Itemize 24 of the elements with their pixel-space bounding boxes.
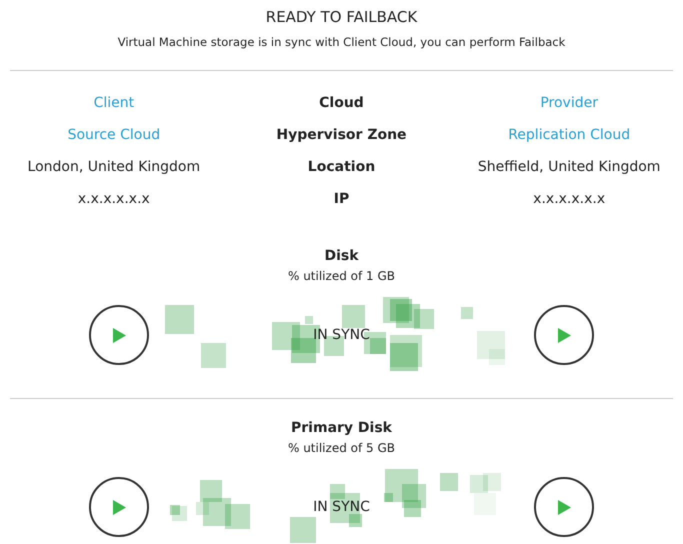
page-title: READY TO FAILBACK bbox=[266, 7, 418, 28]
detail-value: x.x.x.x.x.x bbox=[76, 190, 151, 209]
detail-value: x.x.x.x.x.x bbox=[532, 190, 606, 209]
sync-status: IN SYNC bbox=[313, 498, 370, 516]
disk-usage: % utilized of 5 GB bbox=[288, 440, 395, 457]
detail-value: Sheffield, United Kingdom bbox=[476, 158, 662, 177]
detail-label: IP bbox=[332, 190, 350, 209]
detail-label: Location bbox=[306, 158, 376, 177]
disk-name: Primary Disk bbox=[291, 419, 392, 438]
detail-value: Source Cloud bbox=[66, 126, 162, 145]
detail-value: Client bbox=[92, 94, 136, 113]
detail-label: Hypervisor Zone bbox=[275, 126, 408, 145]
detail-label: Cloud bbox=[318, 94, 365, 113]
disk-name: Disk bbox=[324, 247, 359, 266]
sync-status: IN SYNC bbox=[313, 326, 370, 344]
play-icon bbox=[558, 328, 570, 342]
detail-value: Provider bbox=[539, 94, 599, 113]
detail-value: Replication Cloud bbox=[507, 126, 632, 145]
play-icon bbox=[112, 500, 126, 514]
page-subtitle: Virtual Machine storage is in sync with Client Cloud, you can perform Failback bbox=[118, 34, 566, 51]
detail-value: London, United Kingdom bbox=[26, 158, 202, 177]
play-icon bbox=[112, 328, 126, 342]
disk-usage: % utilized of 1 GB bbox=[288, 268, 395, 285]
play-icon bbox=[558, 500, 570, 514]
